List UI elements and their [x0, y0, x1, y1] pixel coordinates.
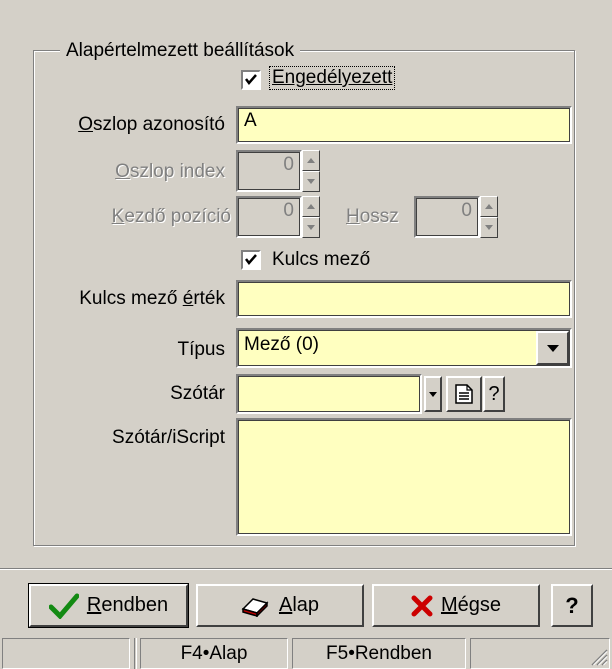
group-title: Alapértelmezett beállítások — [60, 40, 301, 62]
column-index-input: 0 — [236, 150, 302, 192]
spin-down-icon — [480, 217, 498, 238]
type-select-value: Mező (0) — [244, 334, 319, 355]
status-divider — [134, 638, 137, 669]
key-value-label: Kulcs mező érték — [79, 288, 225, 309]
start-position-spinner — [302, 196, 320, 238]
spin-up-icon — [480, 196, 498, 217]
enabled-checkbox[interactable] — [241, 70, 261, 90]
spin-up-icon — [302, 196, 320, 217]
column-id-input[interactable]: A — [236, 106, 572, 144]
ok-button-label: Rendben — [86, 594, 169, 616]
dictionary-label: Szótár — [170, 383, 225, 404]
key-value-input[interactable] — [236, 280, 572, 318]
checkmark-icon — [48, 593, 79, 619]
cancel-button[interactable]: Mégse — [372, 584, 540, 627]
type-select[interactable]: Mező (0) — [236, 328, 572, 368]
length-label: Hossz — [346, 206, 399, 227]
start-position-label: Kezdő pozíció — [111, 206, 231, 227]
status-panel-empty — [2, 638, 130, 669]
status-f4: F4•Alap — [140, 638, 288, 669]
status-f5: F5•Rendben — [292, 638, 466, 669]
length-spinner — [480, 196, 498, 238]
help-button[interactable]: ? — [551, 584, 593, 627]
checkmark-icon — [245, 254, 257, 265]
type-dropdown-button[interactable] — [536, 331, 569, 365]
cancel-button-label: Mégse — [440, 594, 502, 616]
script-label: Szótár/iScript — [112, 427, 225, 448]
separator-highlight — [0, 569, 612, 570]
column-index-label: Oszlop index — [115, 161, 225, 182]
dictionary-help-button[interactable]: ? — [483, 376, 505, 412]
chevron-down-icon — [429, 391, 437, 397]
default-button-label: Alap — [278, 594, 320, 616]
type-label: Típus — [177, 339, 225, 360]
dictionary-dropdown-button[interactable] — [424, 376, 442, 412]
ok-button[interactable]: Rendben — [28, 583, 189, 628]
document-icon — [455, 384, 473, 404]
spin-down-icon — [302, 171, 320, 192]
default-button[interactable]: Alap — [196, 584, 364, 627]
spin-down-icon — [302, 217, 320, 238]
length-input: 0 — [414, 196, 480, 238]
enabled-label-text: Engedélyezett — [272, 67, 393, 88]
column-index-spinner — [302, 150, 320, 192]
enabled-label[interactable]: Engedélyezett — [268, 66, 396, 90]
chevron-down-icon — [546, 344, 559, 352]
close-icon — [411, 595, 433, 616]
key-field-label[interactable]: Kulcs mező — [272, 249, 370, 271]
spin-up-icon — [302, 150, 320, 171]
script-textarea[interactable] — [236, 418, 572, 536]
start-position-input: 0 — [236, 196, 302, 238]
resize-grip-icon[interactable] — [586, 644, 608, 666]
dictionary-input[interactable] — [236, 374, 422, 414]
column-id-label: Oszlop azonosító — [78, 114, 225, 135]
dictionary-open-button[interactable] — [446, 376, 482, 412]
key-field-checkbox[interactable] — [241, 250, 261, 270]
eraser-icon — [241, 597, 269, 617]
checkmark-icon — [245, 74, 257, 85]
